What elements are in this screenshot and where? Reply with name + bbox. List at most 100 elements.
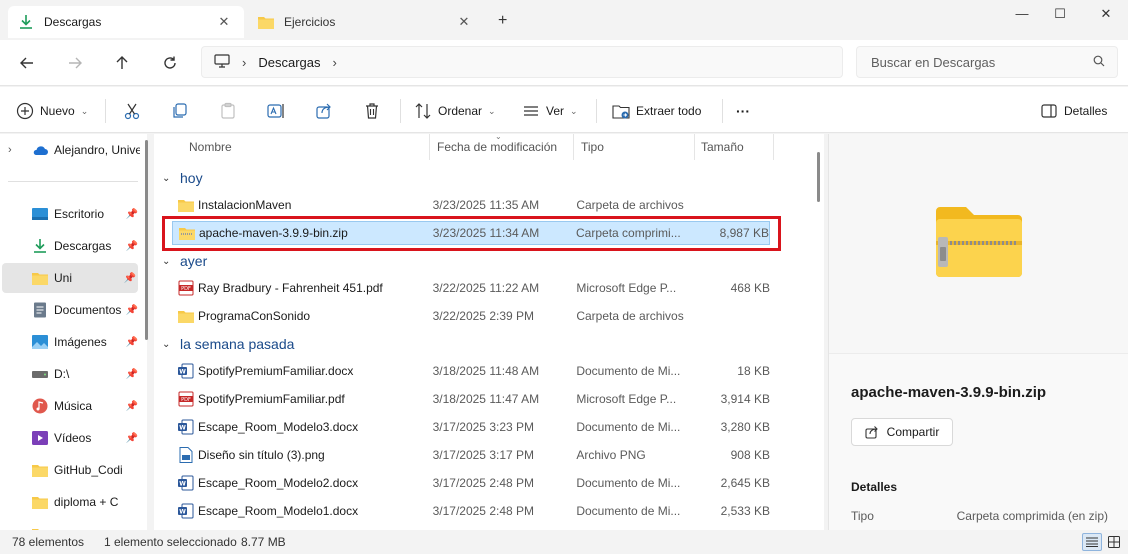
sidebar-item-descargas[interactable]: Descargas 📌	[0, 231, 140, 261]
paste-button[interactable]	[219, 99, 237, 123]
computer-icon[interactable]	[214, 53, 230, 71]
sort-button[interactable]: Ordenar ⌄	[414, 99, 496, 123]
search-icon[interactable]	[1093, 55, 1105, 70]
breadcrumb-descargas[interactable]: Descargas	[258, 55, 320, 70]
cut-button[interactable]	[123, 99, 141, 123]
file-date: 3/17/2025 2:48 PM	[432, 476, 535, 490]
column-divider[interactable]	[429, 134, 430, 160]
svg-text:W: W	[179, 481, 186, 488]
file-row[interactable]: Diseño sin título (3).png 3/17/2025 3:17…	[172, 443, 770, 467]
desktop-icon	[32, 206, 48, 222]
file-row[interactable]: PDF SpotifyPremiumFamiliar.pdf 3/18/2025…	[172, 387, 770, 411]
selection-size: 8.77 MB	[241, 535, 286, 549]
sidebar-item-onedrive[interactable]: › Alejandro, Unive	[0, 135, 140, 165]
sort-button-label: Ordenar	[438, 104, 483, 118]
file-type: Microsoft Edge P...	[576, 281, 677, 295]
sidebar-item-musica[interactable]: Música 📌	[0, 391, 140, 421]
details-view-icon[interactable]	[1082, 533, 1102, 551]
sidebar-item-label: Alejandro, Unive	[54, 143, 140, 157]
sidebar-item-label: diploma + C	[54, 495, 119, 509]
up-arrow-icon[interactable]	[111, 52, 133, 74]
group-header-yesterday[interactable]: ⌄ ayer	[162, 250, 207, 272]
file-list-scrollbar[interactable]	[817, 152, 820, 202]
view-button-label: Ver	[546, 104, 565, 118]
group-header-today[interactable]: ⌄ hoy	[162, 167, 203, 189]
column-header-type[interactable]: Tipo	[581, 134, 604, 160]
file-row[interactable]: W Escape_Room_Modelo2.docx 3/17/2025 2:4…	[172, 471, 770, 495]
tab-ejercicios[interactable]: Ejercicios ✕	[248, 6, 484, 38]
chevron-right-icon[interactable]: ›	[8, 144, 24, 156]
pin-icon: 📌	[125, 336, 139, 348]
sidebar-divider	[8, 181, 138, 182]
chevron-down-icon[interactable]: ⌄	[162, 339, 174, 350]
chevron-right-icon[interactable]: ›	[242, 55, 246, 70]
sidebar-item-documentos[interactable]: Documentos 📌	[0, 295, 140, 325]
video-icon	[32, 430, 48, 446]
delete-button[interactable]	[363, 99, 381, 123]
tab-descargas[interactable]: Descargas ✕	[8, 6, 244, 38]
view-button[interactable]: Ver ⌄	[522, 99, 578, 123]
column-header-size[interactable]: Tamaño	[701, 134, 744, 160]
new-tab-button[interactable]: +	[498, 12, 507, 30]
sidebar-item-drive-d[interactable]: D:\ 📌	[0, 359, 140, 389]
navigation-pane: › Alejandro, Unive Escritorio 📌 Descarga…	[0, 134, 147, 530]
file-row[interactable]: PDF Ray Bradbury - Fahrenheit 451.pdf 3/…	[172, 276, 770, 300]
sidebar-scrollbar[interactable]	[145, 140, 148, 340]
file-name: InstalacionMaven	[198, 198, 292, 212]
svg-text:PDF: PDF	[181, 397, 191, 403]
file-row[interactable]: W SpotifyPremiumFamiliar.docx 3/18/2025 …	[172, 359, 770, 383]
tiles-view-icon[interactable]	[1104, 533, 1124, 551]
file-row[interactable]: InstalacionMaven 3/23/2025 11:35 AM Carp…	[172, 193, 770, 217]
sidebar-item-uni[interactable]: Uni 📌	[2, 263, 138, 293]
clipboard-icon	[219, 102, 237, 120]
sidebar-item-diploma[interactable]: diploma + C	[0, 487, 140, 517]
new-button[interactable]: Nuevo ⌄	[16, 99, 88, 123]
share-button[interactable]: Compartir	[851, 418, 953, 446]
svg-text:W: W	[179, 425, 186, 432]
pin-icon: 📌	[125, 368, 139, 380]
file-row[interactable]: W Escape_Room_Modelo1.docx 3/17/2025 2:4…	[172, 499, 770, 523]
selection-status: 1 elemento seleccionado	[104, 535, 237, 549]
details-section-title: Detalles	[851, 480, 898, 494]
sidebar-item-partial[interactable]	[0, 519, 140, 530]
chevron-right-icon[interactable]: ›	[332, 55, 336, 70]
chevron-down-icon[interactable]: ⌄	[162, 256, 174, 267]
file-row[interactable]: W Escape_Room_Modelo3.docx 3/17/2025 3:2…	[172, 415, 770, 439]
rename-button[interactable]	[267, 99, 285, 123]
sidebar-item-videos[interactable]: Vídeos 📌	[0, 423, 140, 453]
file-row[interactable]: ProgramaConSonido 3/22/2025 2:39 PM Carp…	[172, 304, 770, 328]
refresh-icon[interactable]	[159, 52, 181, 74]
sidebar-item-label: Escritorio	[54, 207, 105, 221]
sidebar-item-github[interactable]: GitHub_Codi	[0, 455, 140, 485]
sidebar-item-escritorio[interactable]: Escritorio 📌	[0, 199, 140, 229]
sidebar-item-imagenes[interactable]: Imágenes 📌	[0, 327, 140, 357]
copy-button[interactable]	[171, 99, 189, 123]
download-icon	[32, 238, 48, 254]
details-pane-button[interactable]: Detalles	[1040, 99, 1107, 123]
column-divider[interactable]	[773, 134, 774, 160]
column-header-name[interactable]: Nombre	[189, 134, 232, 160]
close-tab-icon[interactable]: ✕	[214, 14, 234, 30]
file-list: Nombre Fecha de modificación Tipo Tamaño…	[154, 134, 824, 530]
share-button[interactable]	[315, 99, 333, 123]
extract-all-button[interactable]: Extraer todo	[612, 99, 701, 123]
file-type: Documento de Mi...	[576, 504, 681, 518]
more-options-button[interactable]: ···	[736, 99, 750, 123]
minimize-button[interactable]: —	[1012, 6, 1032, 22]
search-box[interactable]	[856, 46, 1118, 78]
title-bar: Descargas ✕ Ejercicios ✕ + — ☐ ✕	[0, 0, 1128, 40]
forward-arrow-icon[interactable]	[64, 52, 86, 74]
close-tab-icon[interactable]: ✕	[454, 14, 474, 30]
scissors-icon	[123, 102, 141, 120]
chevron-down-icon[interactable]: ⌄	[162, 173, 174, 184]
column-divider[interactable]	[573, 134, 574, 160]
back-arrow-icon[interactable]	[16, 52, 38, 74]
column-divider[interactable]	[694, 134, 695, 160]
maximize-button[interactable]: ☐	[1050, 6, 1070, 22]
address-bar[interactable]: › Descargas ›	[201, 46, 843, 78]
group-header-last-week[interactable]: ⌄ la semana pasada	[162, 333, 294, 355]
close-window-button[interactable]: ✕	[1096, 6, 1116, 22]
copy-icon	[171, 102, 189, 120]
document-icon	[32, 302, 48, 318]
search-input[interactable]	[871, 54, 1093, 70]
